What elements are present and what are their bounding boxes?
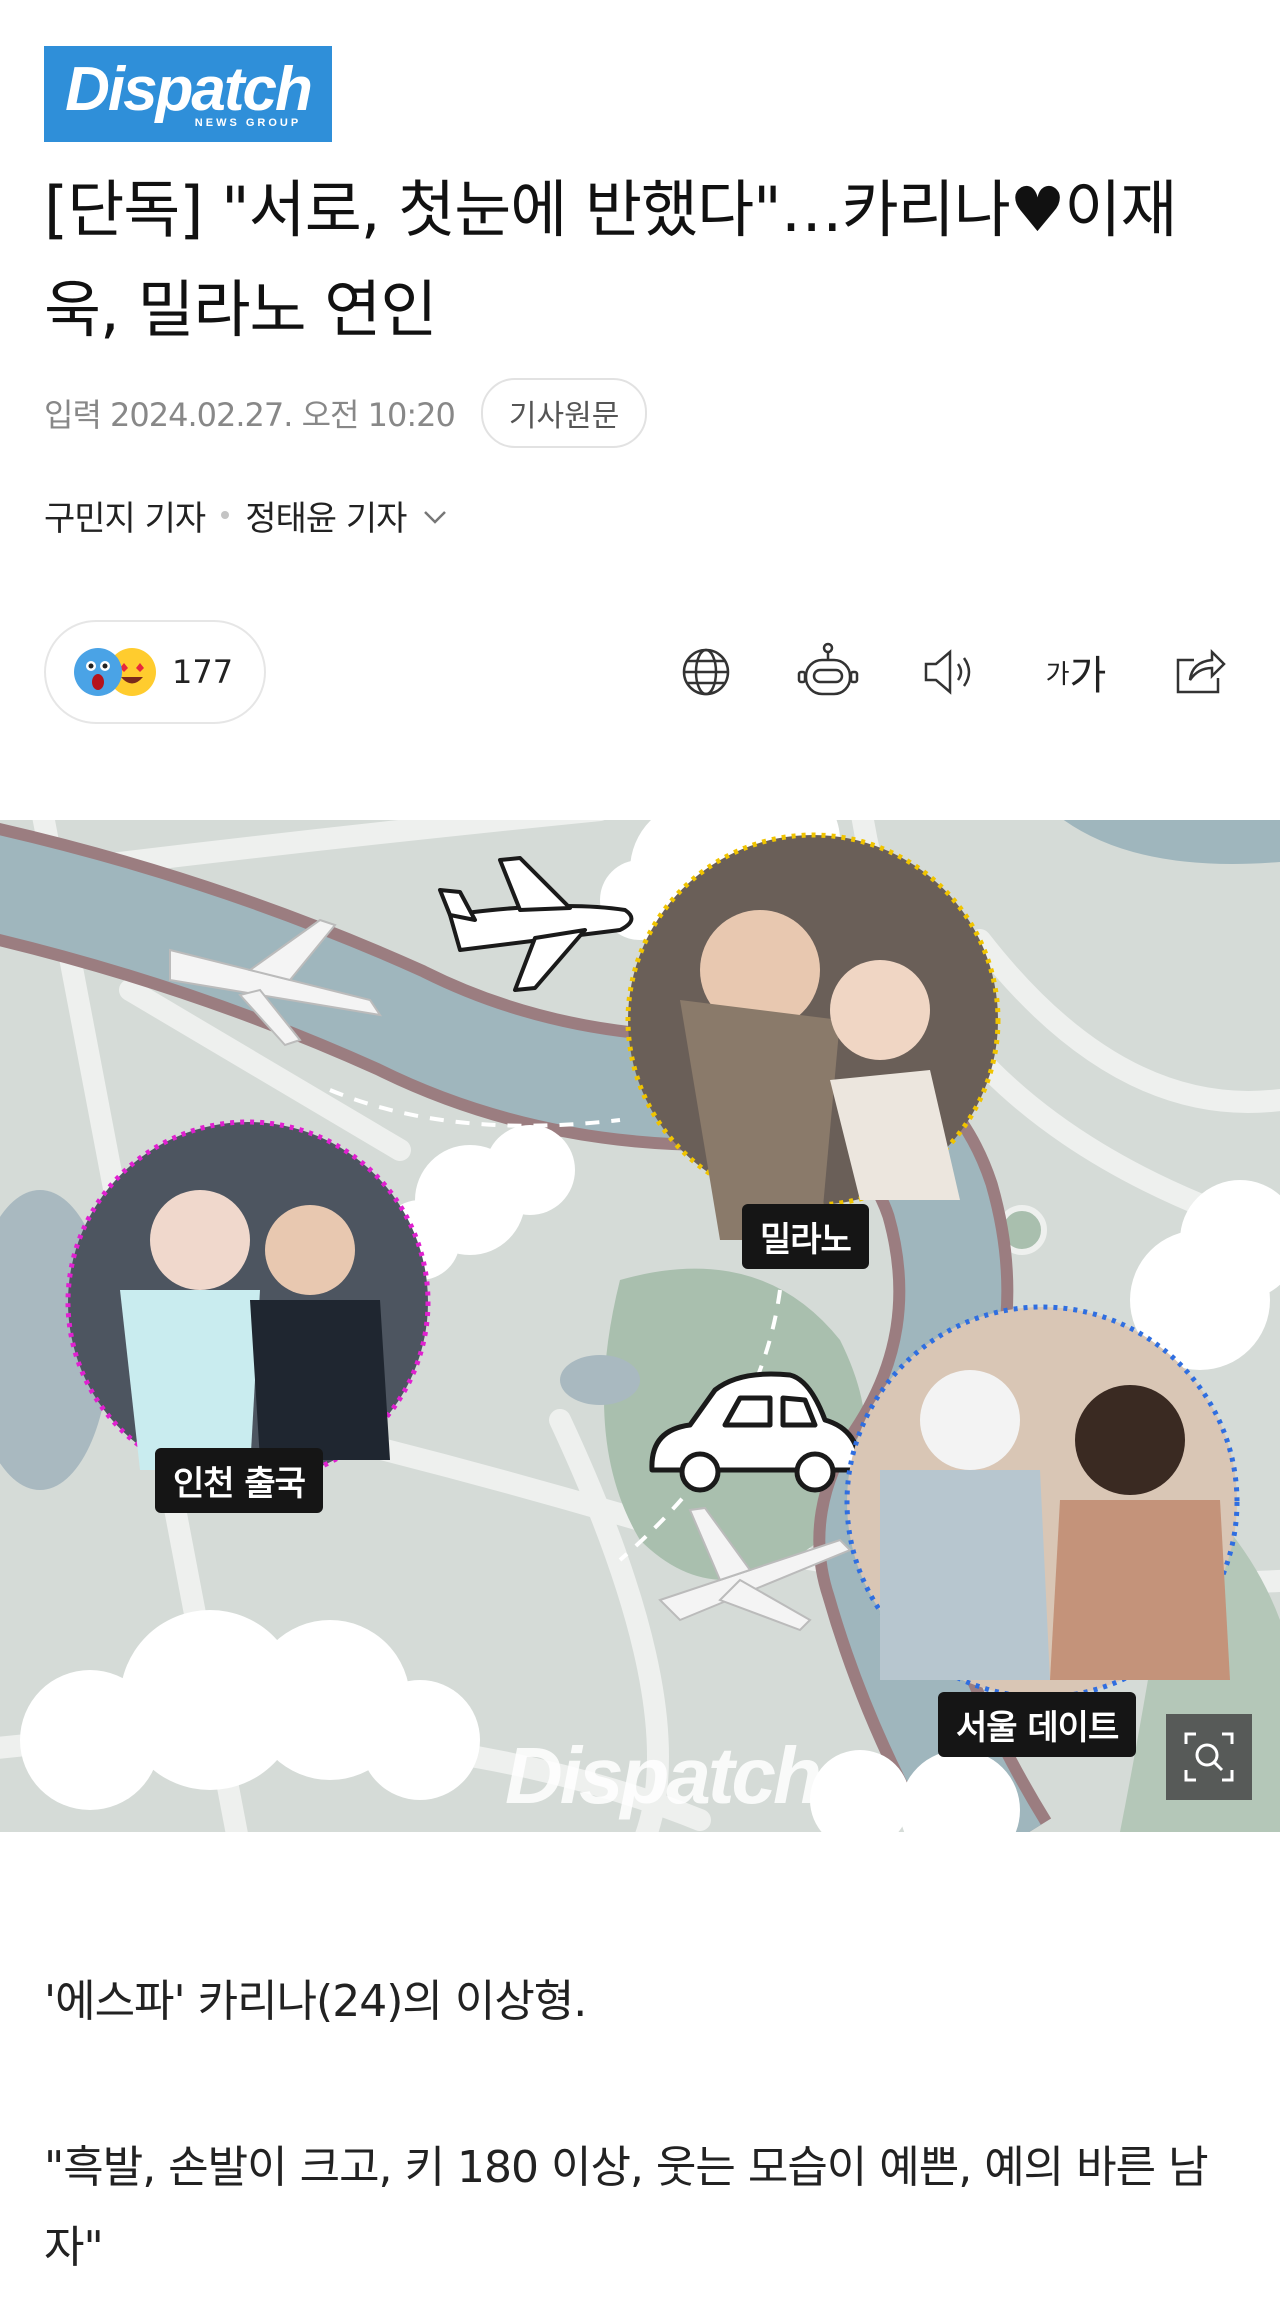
author-name: 정태윤 기자 [245, 498, 407, 539]
original-article-button[interactable]: 기사원문 [480, 378, 648, 448]
logo-text: Dispatch [65, 55, 313, 124]
font-size-large-label: 가 [1069, 653, 1107, 699]
publish-date: 입력 2024.02.27. 오전 10:20 [44, 396, 456, 434]
magnify-icon [1184, 1732, 1234, 1782]
milan-label: 밀라노 [742, 1204, 869, 1269]
article-meta: 입력 2024.02.27. 오전 10:20 기사원문 [44, 378, 648, 448]
reaction-button[interactable]: 177 [44, 620, 266, 724]
article-image[interactable]: 밀라노 인천 출국 서울 데이트 Dispatch [0, 820, 1280, 1832]
seoul-label: 서울 데이트 [938, 1692, 1137, 1757]
robot-icon[interactable] [796, 640, 860, 704]
chevron-down-icon[interactable] [422, 495, 448, 535]
author-list[interactable]: 구민지 기자 정태윤 기자 [44, 490, 448, 540]
font-size-small-label: 가 [1045, 659, 1070, 690]
dispatch-logo[interactable]: Dispatch NEWS GROUP [44, 46, 332, 142]
zoom-button[interactable] [1166, 1714, 1252, 1800]
watermark: Dispatch [505, 1731, 822, 1820]
map-illustration [0, 820, 1280, 1832]
article-paragraph: "흑발, 손발이 크고, 키 180 이상, 웃는 모습이 예쁜, 예의 바른 … [44, 2142, 1209, 2273]
separator-dot [221, 511, 230, 519]
logo-subtext: NEWS GROUP [194, 117, 302, 129]
article-paragraph: '에스파' 카리나(24)의 이상형. [44, 1976, 587, 2027]
font-size-icon[interactable]: 가가 [1036, 640, 1116, 704]
reaction-count: 177 [172, 653, 234, 691]
author-name: 구민지 기자 [44, 498, 206, 539]
share-icon[interactable] [1168, 640, 1232, 704]
article-title: [단독] "서로, 첫눈에 반했다"…카리나♥이재욱, 밀라노 연인 [44, 173, 1177, 346]
surprised-emoji-icon [74, 648, 122, 696]
incheon-label: 인천 출국 [155, 1448, 323, 1513]
globe-icon[interactable] [674, 640, 738, 704]
speaker-icon[interactable] [918, 640, 982, 704]
